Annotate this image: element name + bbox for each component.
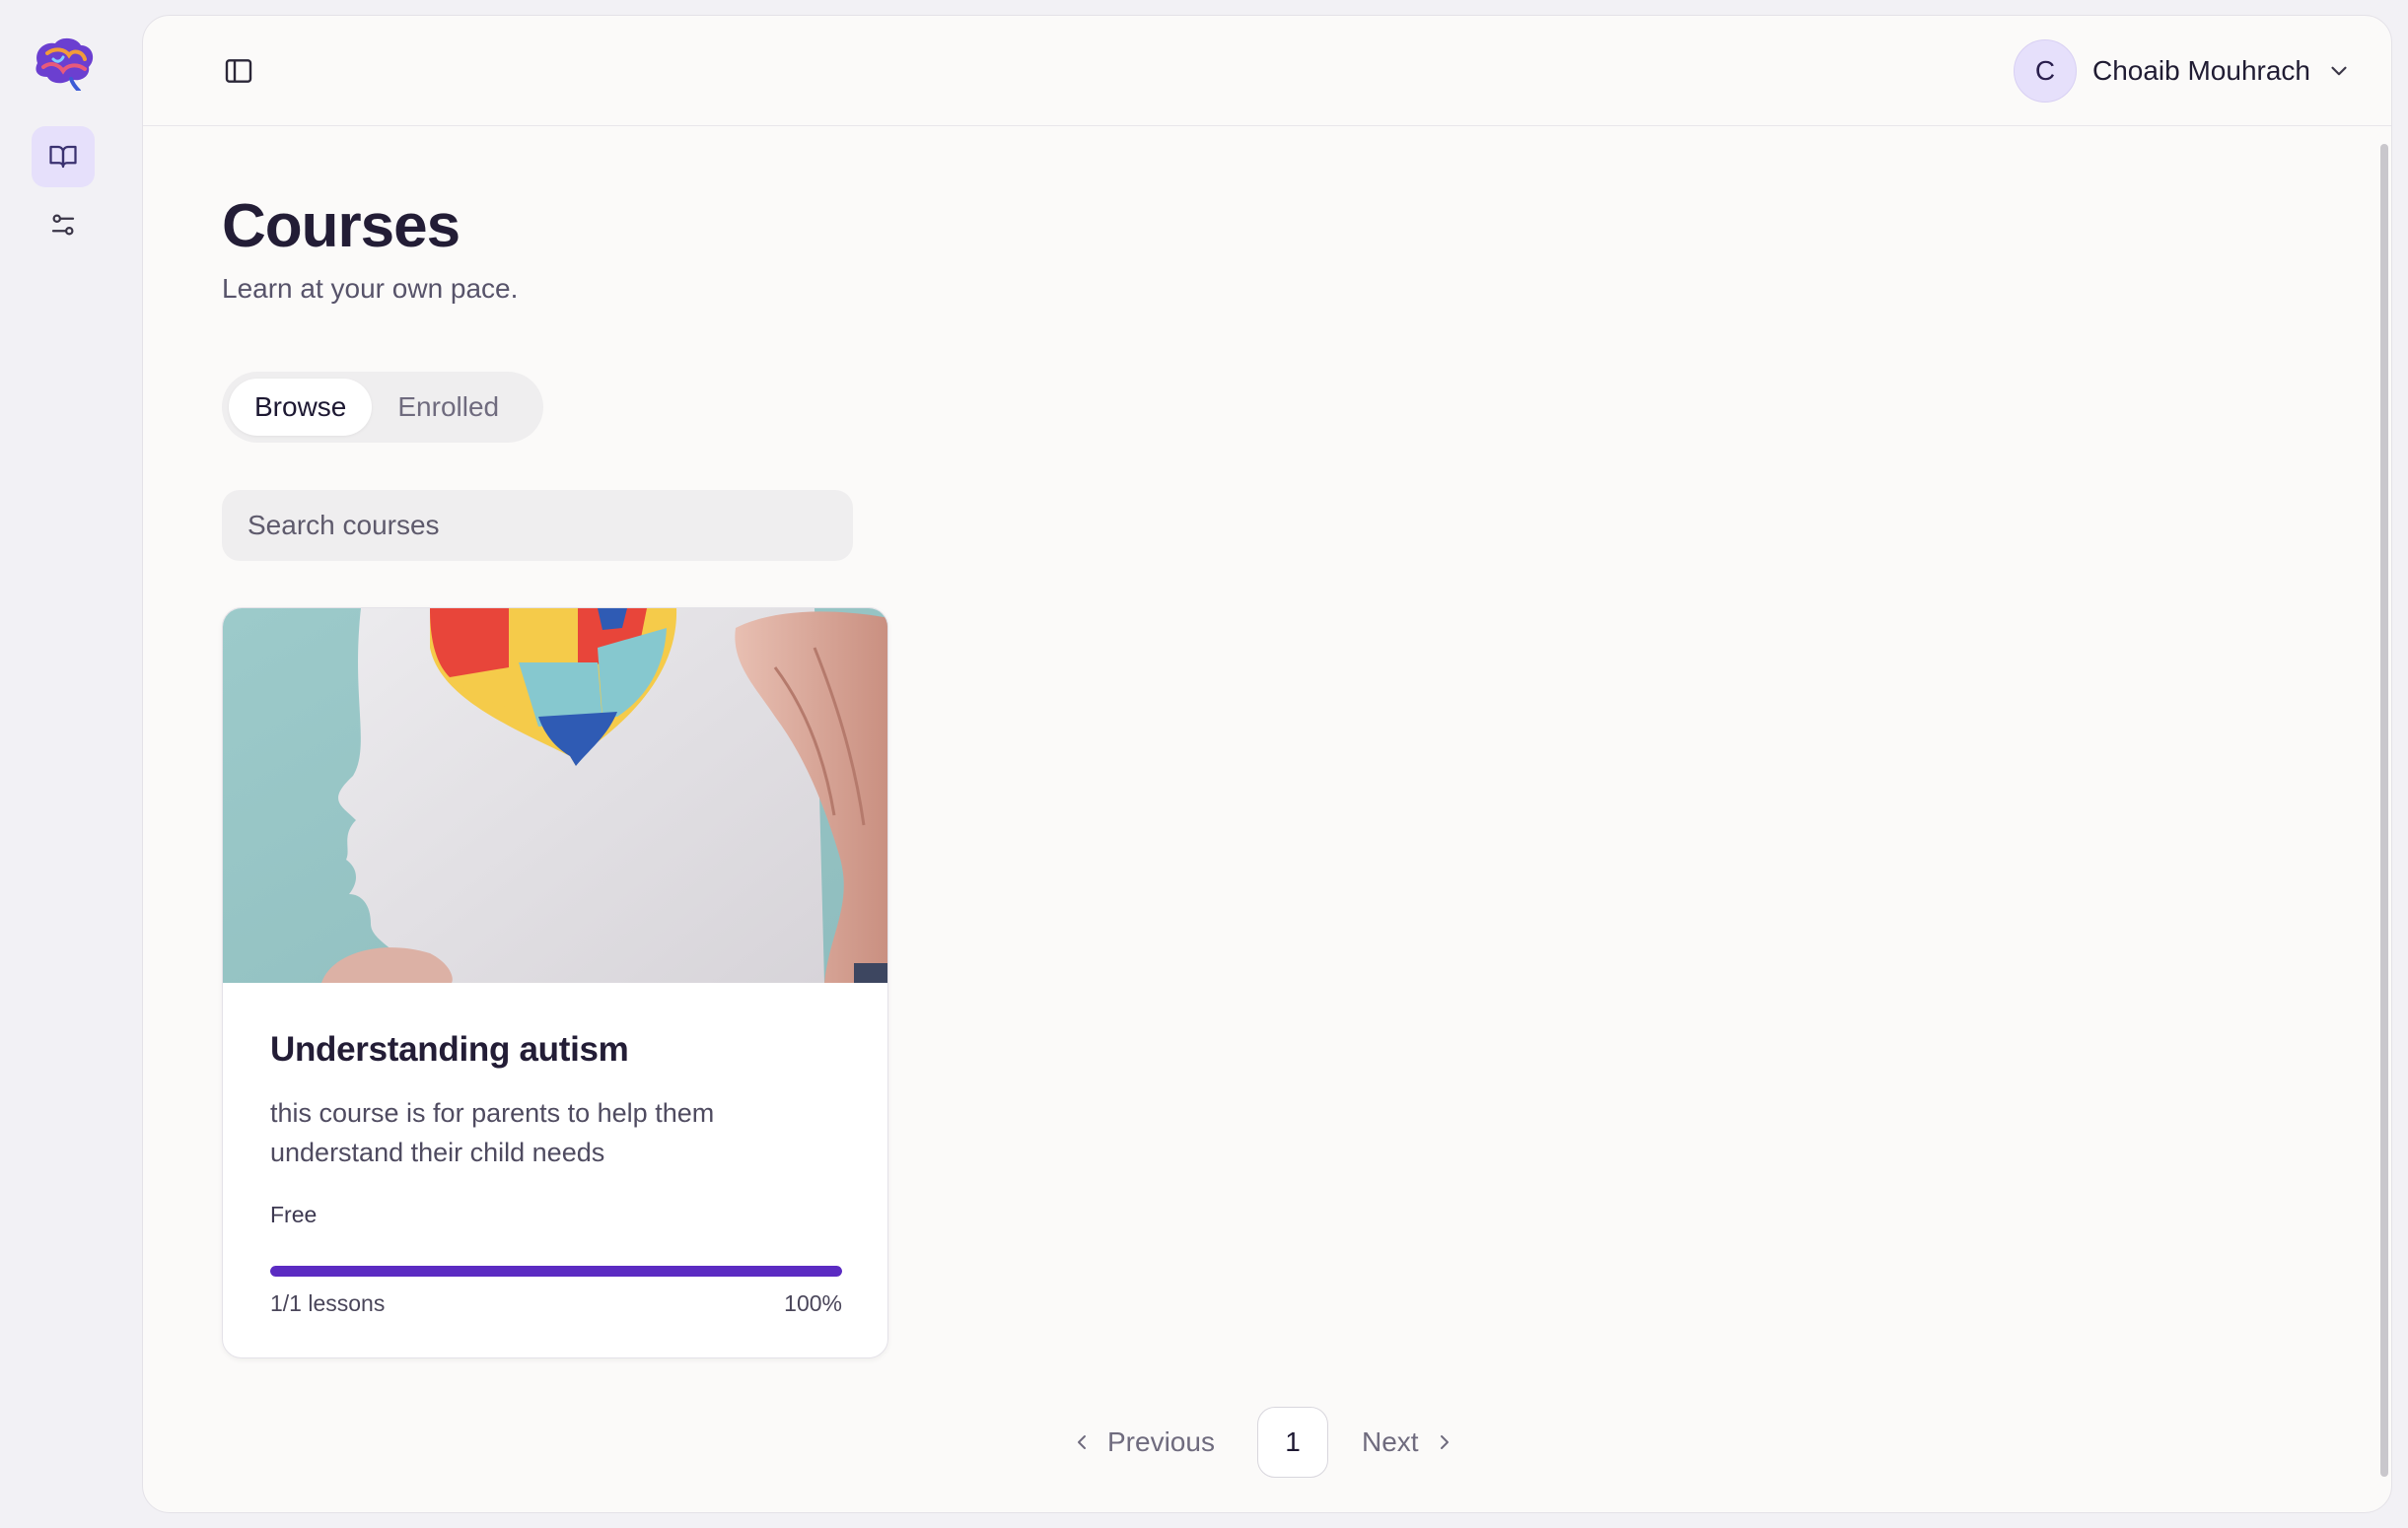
course-progress-meta: 1/1 lessons 100%: [270, 1290, 842, 1317]
course-price: Free: [270, 1202, 318, 1227]
user-menu[interactable]: C Choaib Mouhrach: [2013, 38, 2352, 104]
page-subtitle: Learn at your own pace.: [222, 273, 519, 304]
course-progress-bar: [270, 1266, 842, 1277]
next-page-label: Next: [1362, 1426, 1419, 1457]
avatar: C: [2013, 39, 2077, 103]
tab-enrolled[interactable]: Enrolled: [372, 379, 525, 436]
book-open-icon: [49, 145, 77, 169]
page-number-button[interactable]: 1: [1257, 1407, 1328, 1478]
chevron-left-icon: [1070, 1430, 1094, 1454]
top-bar: C Choaib Mouhrach: [143, 16, 2391, 126]
next-page-button[interactable]: Next: [1362, 1407, 1456, 1478]
course-title: Understanding autism: [270, 1030, 629, 1069]
course-thumbnail-image: [223, 608, 887, 983]
sidebar-panel-icon: [225, 59, 252, 83]
tab-browse[interactable]: Browse: [229, 379, 373, 436]
chevron-right-icon: [1433, 1430, 1456, 1454]
course-progress-fill: [270, 1266, 842, 1277]
rail-settings-button[interactable]: [32, 194, 95, 255]
sidebar-toggle-button[interactable]: [222, 54, 255, 88]
course-tabs: Browse Enrolled: [222, 372, 543, 443]
scrollbar-thumb[interactable]: [2380, 144, 2388, 1477]
previous-page-button[interactable]: Previous: [1070, 1407, 1215, 1478]
course-progress-percent: 100%: [784, 1290, 842, 1316]
pagination: Previous 1 Next: [143, 1407, 2391, 1478]
previous-page-label: Previous: [1107, 1426, 1215, 1457]
search-input[interactable]: [222, 490, 853, 561]
sliders-icon: [51, 214, 75, 236]
course-card[interactable]: Understanding autism this course is for …: [222, 607, 888, 1358]
user-name: Choaib Mouhrach: [2091, 55, 2310, 86]
brain-logo-icon[interactable]: [28, 34, 99, 93]
scrollbar[interactable]: [2377, 126, 2391, 1496]
left-rail: [0, 0, 126, 1528]
course-lessons-count: 1/1 lessons: [270, 1290, 386, 1316]
rail-courses-button[interactable]: [32, 126, 95, 187]
course-card-body: Understanding autism this course is for …: [270, 1030, 842, 1317]
main-panel: C Choaib Mouhrach Courses Learn at your …: [142, 15, 2392, 1513]
chevron-down-icon: [2326, 58, 2352, 84]
page-title: Courses: [222, 192, 460, 260]
course-description: this course is for parents to help them …: [270, 1098, 715, 1167]
